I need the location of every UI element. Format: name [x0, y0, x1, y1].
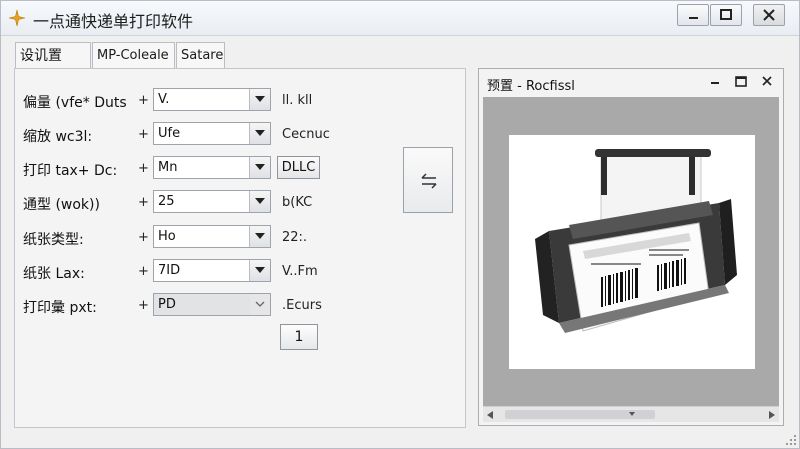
paper-type-select[interactable]: Ho: [153, 225, 271, 248]
paper-type-dropdown-arrow[interactable]: [249, 226, 270, 247]
chevron-down-icon: [255, 198, 265, 204]
offset-plus: +: [138, 93, 149, 108]
paper-size-label: 纸张 Lax:: [23, 266, 85, 282]
type-extra: b(KC: [282, 195, 313, 210]
printer-icon: [535, 149, 737, 333]
print-select[interactable]: Mn: [153, 156, 271, 179]
tab-mp-coleale[interactable]: MP-Coleale: [92, 42, 175, 68]
type-value: 25: [158, 194, 175, 209]
swap-button[interactable]: [403, 147, 453, 213]
type-label: 通型 (wok)): [23, 197, 100, 213]
print-plus: +: [138, 161, 149, 176]
title-bar[interactable]: 一点通快递单打印软件: [1, 1, 799, 36]
tab-mp-coleale-label: MP-Coleale: [97, 48, 169, 63]
minimize-icon: [689, 17, 698, 19]
paper-type-label: 纸张类型:: [23, 232, 84, 248]
dllc-button[interactable]: DLLC: [277, 156, 320, 179]
preview-paper: [509, 135, 755, 369]
resize-grip-icon[interactable]: [785, 434, 797, 446]
print-dropdown-arrow[interactable]: [249, 157, 270, 178]
scale-label: 缩放 wc3l:: [23, 129, 93, 145]
chevron-down-icon: [255, 164, 265, 170]
tab-settings[interactable]: 设讥置: [15, 42, 91, 69]
window-title: 一点通快递单打印软件: [33, 12, 194, 31]
scale-extra: Cecnuc: [282, 127, 330, 142]
offset-value: V.: [158, 92, 170, 107]
printer-select[interactable]: PD: [153, 293, 271, 316]
preview-maximize-icon[interactable]: [731, 73, 751, 90]
app-logo-icon: [8, 9, 26, 27]
tab-settings-label: 设讥置: [20, 48, 62, 64]
paper-type-plus: +: [138, 230, 149, 245]
type-select[interactable]: 25: [153, 190, 271, 213]
paper-size-extra: V..Fm: [282, 264, 318, 279]
preview-minimize-icon[interactable]: [705, 73, 725, 90]
paper-size-select[interactable]: 7ID: [153, 259, 271, 282]
printer-label: 打印彙 pxt:: [23, 300, 97, 316]
preview-canvas: [483, 97, 779, 406]
maximize-icon: [720, 9, 732, 20]
scale-plus: +: [138, 127, 149, 142]
type-dropdown-arrow[interactable]: [249, 191, 270, 212]
scroll-right-icon[interactable]: [767, 411, 775, 419]
scale-dropdown-arrow[interactable]: [249, 123, 270, 144]
offset-extra: ll. kll: [282, 93, 313, 108]
chevron-down-icon: [255, 301, 265, 307]
preview-close-icon[interactable]: [757, 73, 777, 90]
maximize-button[interactable]: [710, 4, 742, 26]
paper-size-dropdown-arrow[interactable]: [249, 260, 270, 281]
close-icon: [763, 9, 775, 21]
scroll-thumb-grip-icon: [629, 412, 635, 416]
offset-dropdown-arrow[interactable]: [249, 89, 270, 110]
paper-size-value: 7ID: [158, 263, 181, 278]
offset-select[interactable]: V.: [153, 88, 271, 111]
print-label: 打印 tax+ Dc:: [23, 163, 118, 179]
preview-window: 预置 - Rocfissl: [478, 68, 784, 426]
preview-horizontal-scrollbar[interactable]: [483, 406, 779, 422]
paper-size-plus: +: [138, 264, 149, 279]
print-value: Mn: [158, 160, 178, 175]
scroll-left-icon[interactable]: [487, 411, 495, 419]
main-window: 一点通快递单打印软件 设讥置 MP-Coleale Satare 偏量 (vfe…: [0, 0, 800, 449]
scale-value: Ufe: [158, 126, 181, 141]
chevron-down-icon: [255, 130, 265, 136]
printer-value: PD: [158, 297, 176, 312]
preview-title: 预置 - Rocfissl: [487, 79, 575, 94]
swap-arrows-icon: [421, 173, 437, 189]
printer-plus: +: [138, 298, 149, 313]
chevron-down-icon: [255, 233, 265, 239]
chevron-down-icon: [255, 96, 265, 102]
tab-satare[interactable]: Satare: [176, 42, 225, 68]
paper-type-extra: 22:.: [282, 230, 308, 245]
minimize-button[interactable]: [677, 4, 709, 26]
offset-label: 偏量 (vfe* Duts: [23, 95, 127, 111]
printer-extra: .Ecurs: [282, 298, 322, 313]
paper-type-value: Ho: [158, 229, 176, 244]
small-action-button[interactable]: 1: [280, 324, 318, 350]
tab-satare-label: Satare: [181, 48, 224, 63]
chevron-down-icon: [255, 267, 265, 273]
printer-dropdown-arrow[interactable]: [250, 294, 270, 315]
scale-select[interactable]: Ufe: [153, 122, 271, 145]
close-button[interactable]: [753, 4, 785, 26]
type-plus: +: [138, 195, 149, 210]
